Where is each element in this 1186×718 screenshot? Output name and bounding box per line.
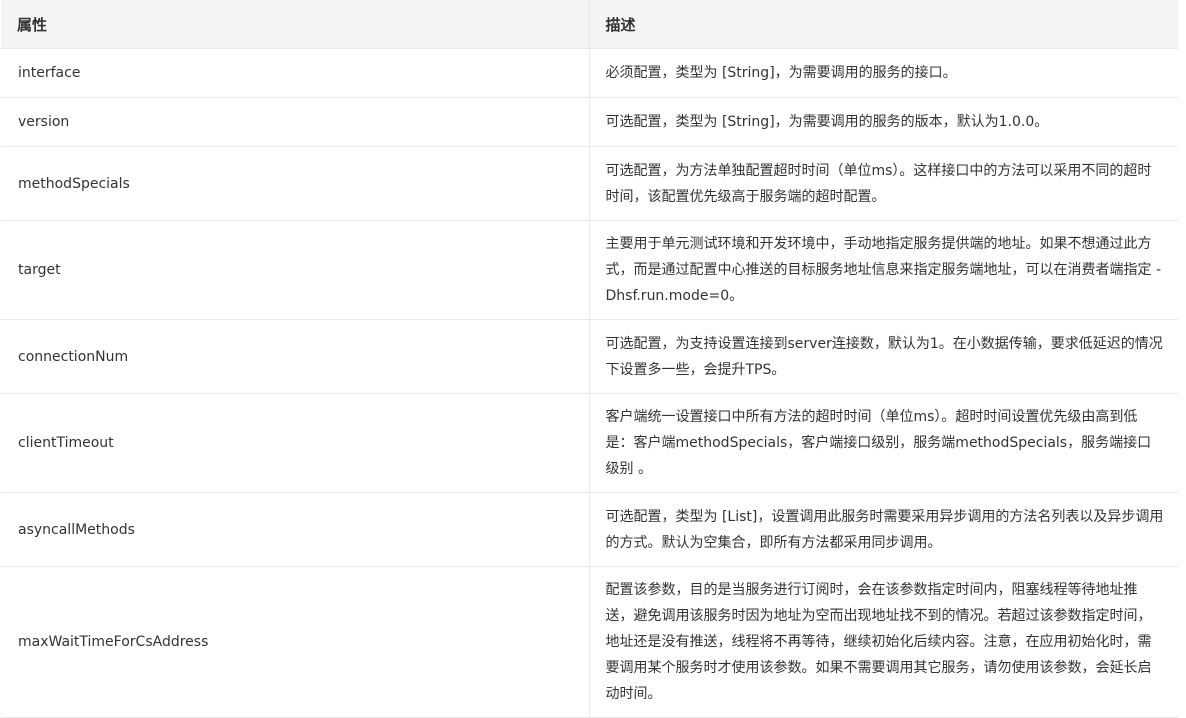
column-header-property: 属性 bbox=[1, 0, 590, 49]
property-name: target bbox=[1, 220, 590, 320]
table-row: asyncallMethods 可选配置，类型为 [List]，设置调用此服务时… bbox=[1, 492, 1178, 567]
table-row: connectionNum 可选配置，为支持设置连接到server连接数，默认为… bbox=[1, 319, 1178, 394]
property-description: 配置该参数，目的是当服务进行订阅时，会在该参数指定时间内，阻塞线程等待地址推送，… bbox=[589, 566, 1178, 718]
property-description: 必须配置，类型为 [String]，为需要调用的服务的接口。 bbox=[589, 48, 1178, 98]
property-name: version bbox=[1, 97, 590, 147]
property-name: interface bbox=[1, 48, 590, 98]
property-description: 可选配置，类型为 [String]，为需要调用的服务的版本，默认为1.0.0。 bbox=[589, 97, 1178, 147]
property-name: clientTimeout bbox=[1, 393, 590, 493]
table-header-row: 属性 描述 bbox=[1, 0, 1178, 49]
table-row: methodSpecials 可选配置，为方法单独配置超时时间（单位ms）。这样… bbox=[1, 146, 1178, 221]
config-properties-table: 属性 描述 interface 必须配置，类型为 [String]，为需要调用的… bbox=[1, 0, 1178, 718]
table-row: version 可选配置，类型为 [String]，为需要调用的服务的版本，默认… bbox=[1, 97, 1178, 147]
table-row: interface 必须配置，类型为 [String]，为需要调用的服务的接口。 bbox=[1, 48, 1178, 98]
property-name: methodSpecials bbox=[1, 146, 590, 221]
table-row: maxWaitTimeForCsAddress 配置该参数，目的是当服务进行订阅… bbox=[1, 566, 1178, 718]
table-row: target 主要用于单元测试环境和开发环境中，手动地指定服务提供端的地址。如果… bbox=[1, 220, 1178, 320]
property-name: asyncallMethods bbox=[1, 492, 590, 567]
table-row: clientTimeout 客户端统一设置接口中所有方法的超时时间（单位ms）。… bbox=[1, 393, 1178, 493]
config-properties-table-container: 属性 描述 interface 必须配置，类型为 [String]，为需要调用的… bbox=[1, 0, 1178, 718]
property-description: 主要用于单元测试环境和开发环境中，手动地指定服务提供端的地址。如果不想通过此方式… bbox=[589, 220, 1178, 320]
property-name: maxWaitTimeForCsAddress bbox=[1, 566, 590, 718]
property-name: connectionNum bbox=[1, 319, 590, 394]
property-description: 可选配置，为方法单独配置超时时间（单位ms）。这样接口中的方法可以采用不同的超时… bbox=[589, 146, 1178, 221]
property-description: 客户端统一设置接口中所有方法的超时时间（单位ms）。超时时间设置优先级由高到低是… bbox=[589, 393, 1178, 493]
property-description: 可选配置，为支持设置连接到server连接数，默认为1。在小数据传输，要求低延迟… bbox=[589, 319, 1178, 394]
column-header-description: 描述 bbox=[589, 0, 1178, 49]
property-description: 可选配置，类型为 [List]，设置调用此服务时需要采用异步调用的方法名列表以及… bbox=[589, 492, 1178, 567]
